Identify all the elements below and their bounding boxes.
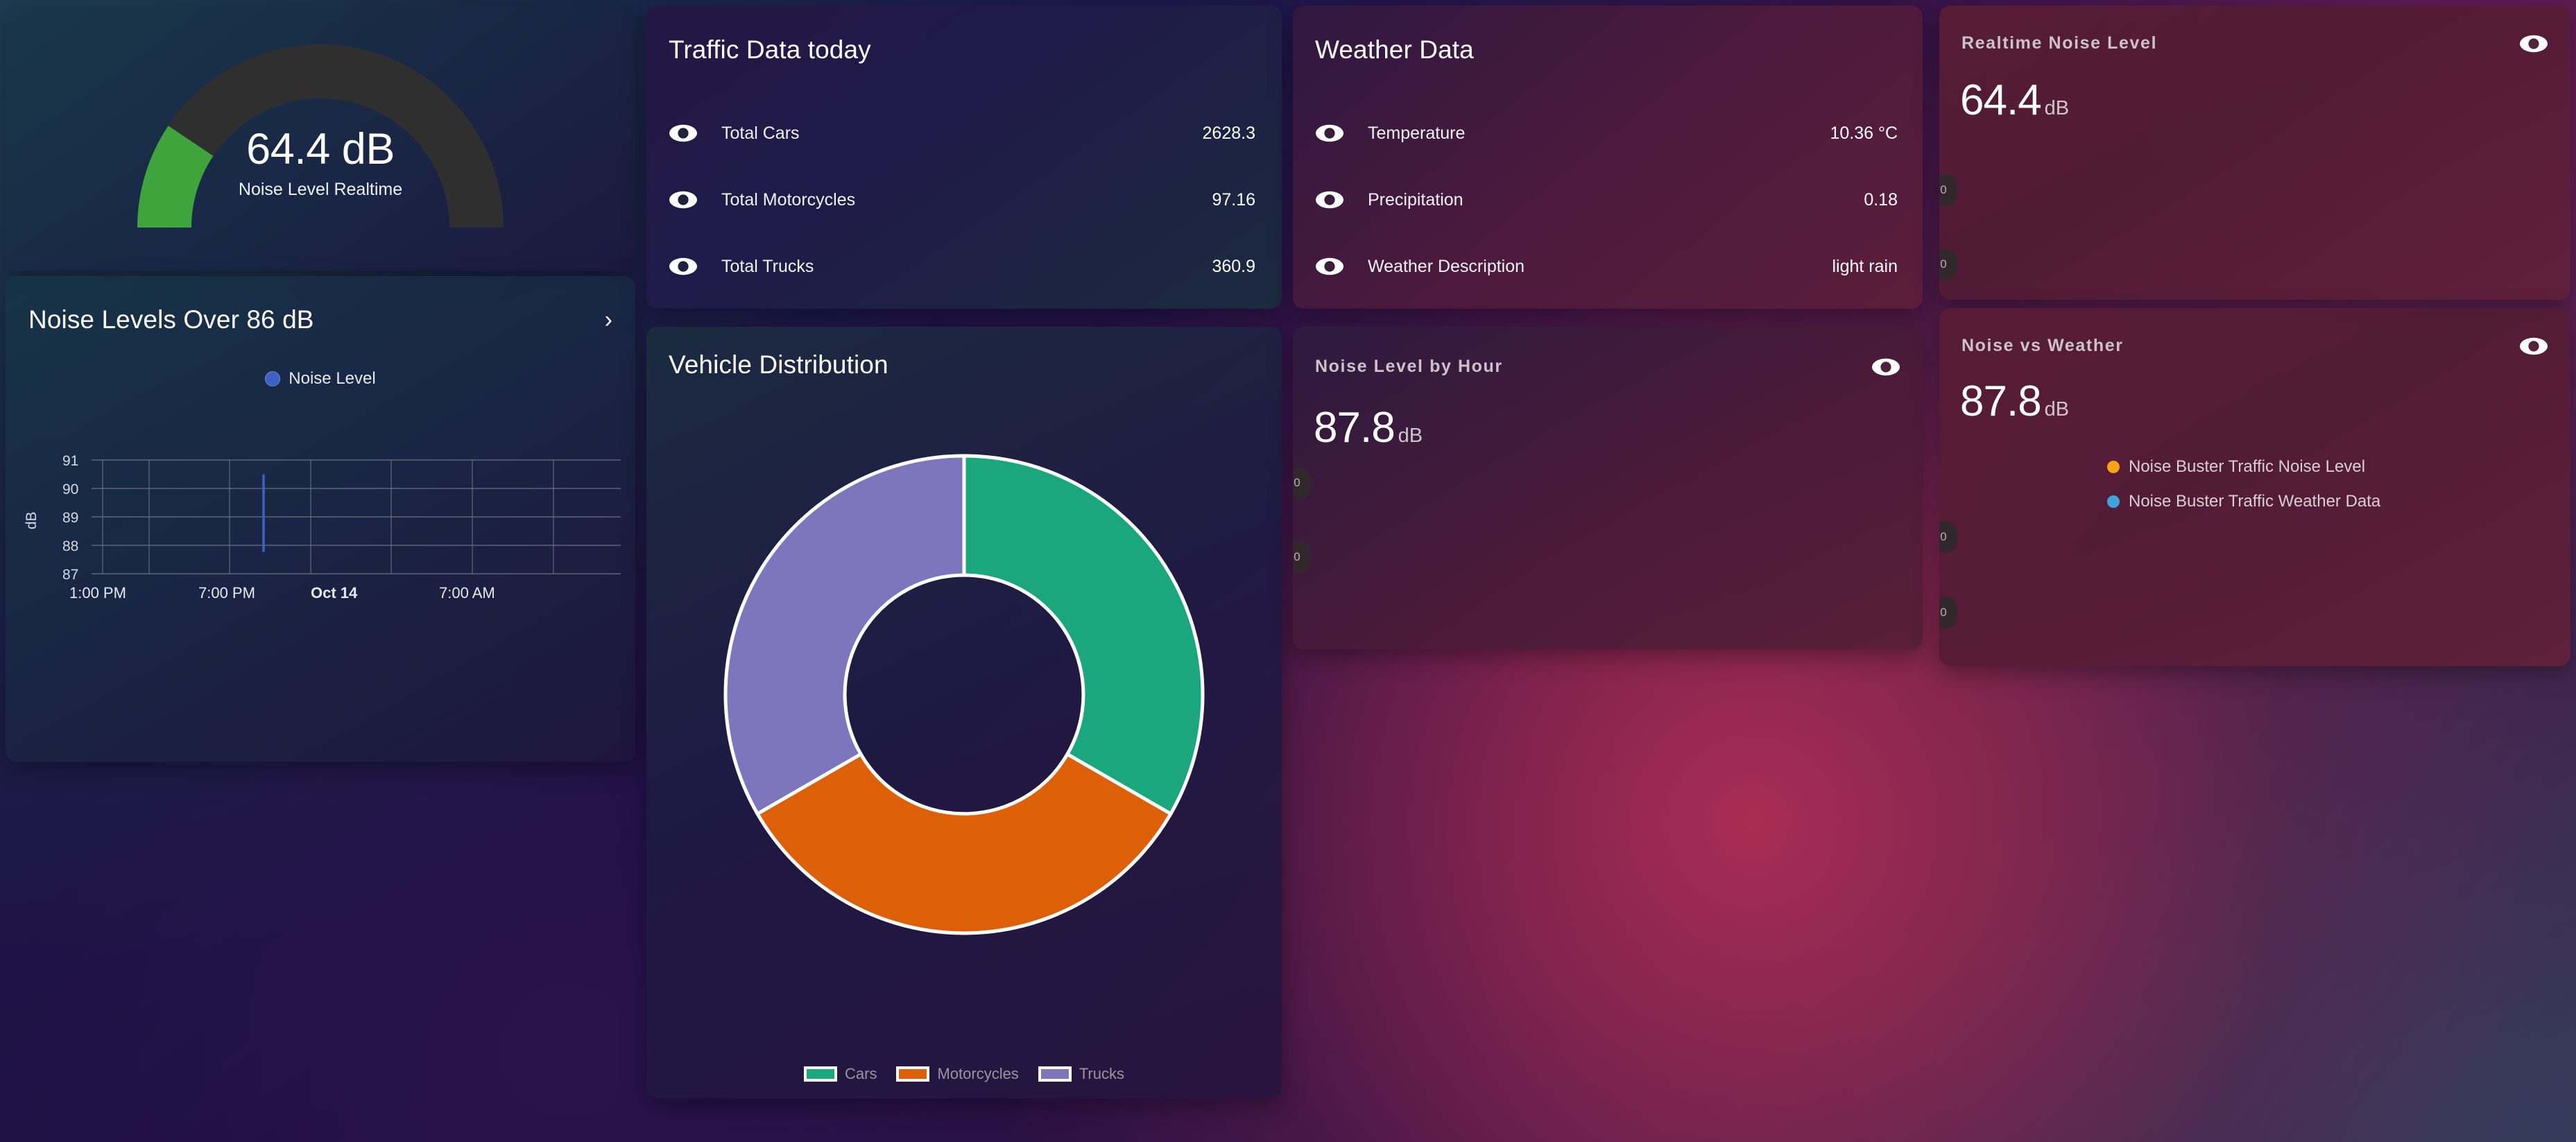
y-tick-87: 87 [62, 567, 78, 583]
row-label: Total Motorcycles [721, 190, 855, 210]
eye-icon[interactable] [1871, 358, 1900, 376]
axis-chip-0: 0 [1939, 521, 1957, 553]
table-row[interactable]: Precipitation 0.18 [1315, 186, 1898, 214]
legend-label-noise-level: Noise Buster Traffic Noise Level [2129, 457, 2365, 477]
panel-title-weather: Weather Data [1315, 35, 1474, 65]
metric-unit: dB [2045, 97, 2069, 120]
metric-value: 87.8 [1960, 380, 2041, 423]
table-row[interactable]: Total Trucks 360.9 [669, 253, 1255, 280]
eye-icon[interactable] [669, 191, 698, 209]
axis-chip-1: 0 [1293, 541, 1311, 573]
realtime-noise-metric: 64.4 dB [1960, 79, 2069, 122]
eye-icon[interactable] [2519, 337, 2548, 355]
row-value: light rain [1832, 257, 1898, 277]
legend-label-trucks: Trucks [1079, 1065, 1124, 1083]
dashboard-root: 64.4 dB Noise Level Realtime Noise Level… [0, 0, 2576, 1142]
row-value: 97.16 [1212, 190, 1255, 210]
line-chart-plot: dB 91 90 89 88 87 1:00 PM 7:00 PM Oct 14… [6, 276, 635, 762]
traffic-rows: Total Cars 2628.3 Total Motorcycles 97.1… [669, 119, 1255, 280]
donut-slice-motorcycles[interactable] [757, 754, 1171, 933]
legend-item-motorcycles[interactable]: Motorcycles [896, 1065, 1018, 1083]
noise-vs-weather-legend: Noise Buster Traffic Noise Level Noise B… [2107, 457, 2380, 527]
panel-traffic-data[interactable]: Traffic Data today Total Cars 2628.3 Tot… [646, 6, 1282, 309]
row-label: Total Cars [721, 123, 800, 144]
legend-item-weather-data[interactable]: Noise Buster Traffic Weather Data [2107, 492, 2380, 511]
x-tick-1: 7:00 PM [198, 584, 255, 602]
noise-by-hour-metric: 87.8 dB [1314, 407, 1423, 450]
table-row[interactable]: Weather Description light rain [1315, 253, 1898, 280]
legend-swatch-weather-data [2107, 495, 2120, 508]
panel-title-noise-vs-weather: Noise vs Weather [1961, 336, 2124, 356]
vehicle-donut-chart[interactable] [646, 368, 1282, 1014]
weather-rows: Temperature 10.36 °C Precipitation 0.18 … [1315, 119, 1898, 280]
eye-icon[interactable] [1315, 191, 1344, 209]
eye-icon[interactable] [669, 257, 698, 275]
y-tick-89: 89 [62, 510, 78, 527]
row-label: Total Trucks [721, 257, 814, 277]
axis-chip-1: 0 [1939, 248, 1957, 280]
table-row[interactable]: Total Motorcycles 97.16 [669, 186, 1255, 214]
metric-unit: dB [2045, 398, 2069, 421]
table-row[interactable]: Temperature 10.36 °C [1315, 119, 1898, 147]
eye-icon[interactable] [1315, 257, 1344, 275]
row-value: 360.9 [1212, 257, 1255, 277]
legend-label-motorcycles: Motorcycles [937, 1065, 1018, 1083]
legend-label-cars: Cars [845, 1065, 877, 1083]
axis-chip-1: 0 [1939, 597, 1957, 629]
panel-noise-level-by-hour[interactable]: Noise Level by Hour 87.8 dB 0 0 [1293, 326, 1923, 649]
y-tick-91: 91 [62, 453, 78, 470]
donut-slice-trucks[interactable] [725, 456, 964, 814]
noise-gauge [6, 6, 635, 271]
panel-title-noise-by-hour: Noise Level by Hour [1315, 357, 1503, 377]
row-label: Weather Description [1368, 257, 1525, 277]
panel-realtime-noise-level[interactable]: Realtime Noise Level 64.4 dB 0 0 [1939, 6, 2570, 300]
y-tick-90: 90 [62, 481, 78, 498]
metric-unit: dB [1398, 425, 1423, 448]
legend-swatch-cars [804, 1066, 837, 1082]
legend-swatch-noise-level [2107, 461, 2120, 473]
legend-item-trucks[interactable]: Trucks [1038, 1065, 1124, 1083]
x-tick-3: 7:00 AM [439, 584, 495, 602]
donut-legend: Cars Motorcycles Trucks [646, 1065, 1282, 1083]
panel-title-realtime-noise: Realtime Noise Level [1961, 33, 2157, 53]
axis-chip-0: 0 [1939, 174, 1957, 206]
panel-vehicle-distribution[interactable]: Vehicle Distribution Cars Motorcycles [646, 327, 1282, 1098]
legend-label-weather-data: Noise Buster Traffic Weather Data [2129, 492, 2380, 511]
legend-swatch-trucks [1038, 1066, 1072, 1082]
panel-noise-gauge[interactable]: 64.4 dB Noise Level Realtime [6, 6, 635, 271]
row-value: 0.18 [1864, 190, 1898, 210]
metric-value: 87.8 [1314, 407, 1395, 450]
y-axis-label: dB [24, 511, 40, 529]
noise-vs-weather-metric: 87.8 dB [1960, 380, 2069, 423]
legend-swatch-motorcycles [896, 1066, 929, 1082]
row-value: 10.36 °C [1830, 123, 1898, 144]
metric-value: 64.4 [1960, 79, 2041, 122]
panel-weather-data[interactable]: Weather Data Temperature 10.36 °C Precip… [1293, 6, 1923, 309]
table-row[interactable]: Total Cars 2628.3 [669, 119, 1255, 147]
donut-slice-cars[interactable] [964, 456, 1203, 814]
x-tick-0: 1:00 PM [69, 584, 126, 602]
row-value: 2628.3 [1203, 123, 1255, 144]
y-tick-88: 88 [62, 538, 78, 555]
eye-icon[interactable] [2519, 35, 2548, 53]
panel-title-traffic: Traffic Data today [669, 35, 871, 65]
panel-noise-levels-over-86[interactable]: Noise Levels Over 86 dB › Noise Level [6, 276, 635, 762]
eye-icon[interactable] [1315, 124, 1344, 142]
x-tick-2: Oct 14 [311, 584, 357, 602]
legend-item-cars[interactable]: Cars [804, 1065, 877, 1083]
row-label: Temperature [1368, 123, 1465, 144]
panel-noise-vs-weather[interactable]: Noise vs Weather 87.8 dB Noise Buster Tr… [1939, 308, 2570, 666]
legend-item-noise-level[interactable]: Noise Buster Traffic Noise Level [2107, 457, 2380, 477]
axis-chip-0: 0 [1293, 467, 1311, 499]
eye-icon[interactable] [669, 124, 698, 142]
row-label: Precipitation [1368, 190, 1463, 210]
